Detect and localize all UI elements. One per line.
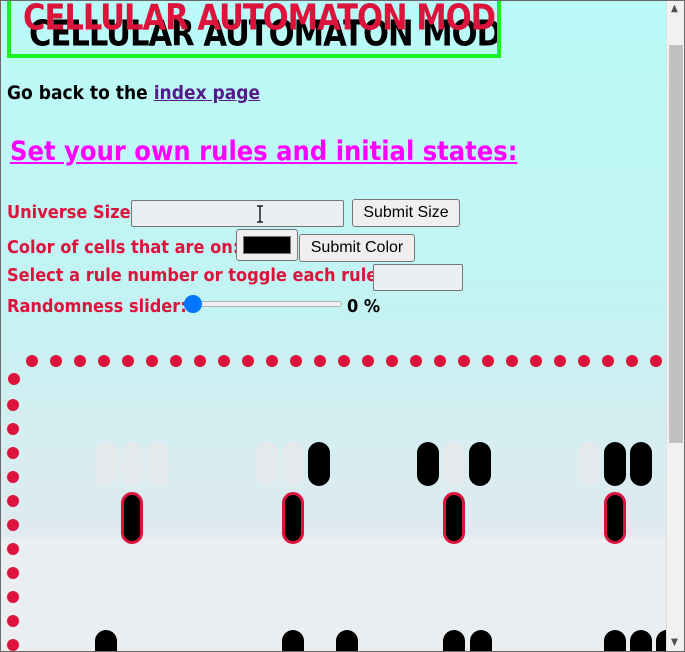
border-dot bbox=[7, 495, 19, 507]
border-dot bbox=[74, 355, 86, 367]
submit-size-button[interactable]: Submit Size bbox=[352, 199, 460, 227]
banner-title: CELLULAR AUTOMATON MODEL bbox=[23, 0, 501, 39]
universe-cell bbox=[443, 630, 465, 652]
border-dot bbox=[122, 355, 134, 367]
border-dot bbox=[146, 355, 158, 367]
border-dot bbox=[386, 355, 398, 367]
rule-pattern-cell[interactable] bbox=[417, 442, 439, 486]
border-dot bbox=[650, 355, 662, 367]
scrollbar-thumb[interactable] bbox=[669, 45, 683, 443]
universe-cell bbox=[470, 630, 492, 652]
universe-cell bbox=[604, 630, 626, 652]
rule-result-cell[interactable] bbox=[121, 492, 143, 544]
border-dot bbox=[434, 355, 446, 367]
border-dot bbox=[26, 355, 38, 367]
border-dot bbox=[458, 355, 470, 367]
slider-track bbox=[186, 301, 342, 307]
randomness-slider[interactable] bbox=[184, 294, 344, 314]
rule-pattern-cell[interactable] bbox=[95, 442, 117, 486]
border-dot bbox=[7, 399, 19, 411]
rule-pattern-cell[interactable] bbox=[256, 442, 278, 486]
border-dot bbox=[530, 355, 542, 367]
border-dot bbox=[7, 543, 19, 555]
submit-color-button[interactable]: Submit Color bbox=[299, 234, 415, 262]
back-prefix: Go back to the bbox=[7, 82, 148, 104]
border-dot bbox=[170, 355, 182, 367]
rules-heading: Set your own rules and initial states: bbox=[10, 136, 518, 167]
border-dot bbox=[7, 519, 19, 531]
border-dot bbox=[7, 447, 19, 459]
universe-cell bbox=[282, 630, 304, 652]
back-navigation: Go back to the index page bbox=[7, 82, 260, 104]
cell-color-picker[interactable] bbox=[236, 229, 298, 261]
cell-color-label: Color of cells that are on: bbox=[7, 237, 240, 258]
rule-pattern-cell[interactable] bbox=[578, 442, 600, 486]
border-dot bbox=[8, 373, 20, 385]
border-dot bbox=[218, 355, 230, 367]
rule-pattern-cell[interactable] bbox=[147, 442, 169, 486]
border-dot bbox=[338, 355, 350, 367]
rule-pattern-cell[interactable] bbox=[630, 442, 652, 486]
randomness-value: 0 % bbox=[347, 296, 381, 317]
border-dot bbox=[7, 567, 19, 579]
rule-number-input[interactable] bbox=[373, 264, 463, 291]
border-dot bbox=[362, 355, 374, 367]
rule-result-cell[interactable] bbox=[443, 492, 465, 544]
color-swatch bbox=[243, 236, 291, 254]
border-dot bbox=[98, 355, 110, 367]
rule-pattern-cell[interactable] bbox=[282, 442, 304, 486]
vertical-scrollbar[interactable]: ▲ ▼ bbox=[666, 0, 685, 652]
scroll-down-arrow-icon[interactable]: ▼ bbox=[671, 638, 678, 648]
rule-pattern-cell[interactable] bbox=[443, 442, 465, 486]
universe-cell bbox=[336, 630, 358, 652]
border-dot bbox=[242, 355, 254, 367]
rule-pattern-cell[interactable] bbox=[308, 442, 330, 486]
index-page-link[interactable]: index page bbox=[154, 82, 260, 104]
border-dot bbox=[194, 355, 206, 367]
border-dot bbox=[266, 355, 278, 367]
rule-pattern-cell[interactable] bbox=[604, 442, 626, 486]
rule-number-label: Select a rule number or toggle each rule… bbox=[7, 265, 384, 286]
randomness-label: Randomness slider: bbox=[7, 296, 187, 317]
universe-cell bbox=[630, 630, 652, 652]
universe-size-input[interactable] bbox=[131, 200, 344, 227]
title-banner: CELLULAR AUTOMATON MODEL CELLULAR AUTOMA… bbox=[7, 0, 501, 58]
rule-result-cell[interactable] bbox=[282, 492, 304, 544]
border-dot bbox=[626, 355, 638, 367]
rule-pattern-cell[interactable] bbox=[469, 442, 491, 486]
border-dot bbox=[7, 423, 19, 435]
border-dot bbox=[7, 591, 19, 603]
scroll-up-arrow-icon[interactable]: ▲ bbox=[671, 4, 678, 14]
border-dot bbox=[50, 355, 62, 367]
universe-size-label: Universe Size: bbox=[7, 202, 138, 223]
rule-pattern-cell[interactable] bbox=[121, 442, 143, 486]
border-dot bbox=[290, 355, 302, 367]
border-dot bbox=[554, 355, 566, 367]
border-dot bbox=[602, 355, 614, 367]
universe-cell bbox=[656, 630, 666, 652]
text-cursor-icon bbox=[257, 205, 263, 223]
border-dot bbox=[578, 355, 590, 367]
border-dot bbox=[410, 355, 422, 367]
border-dot bbox=[7, 639, 19, 651]
border-dot bbox=[482, 355, 494, 367]
border-dot bbox=[314, 355, 326, 367]
border-dot bbox=[506, 355, 518, 367]
universe-cell bbox=[95, 630, 117, 652]
border-dot bbox=[7, 471, 19, 483]
border-dot bbox=[7, 615, 19, 627]
page: CELLULAR AUTOMATON MODEL CELLULAR AUTOMA… bbox=[0, 0, 666, 652]
slider-thumb[interactable] bbox=[184, 295, 202, 313]
rule-result-cell[interactable] bbox=[604, 492, 626, 544]
